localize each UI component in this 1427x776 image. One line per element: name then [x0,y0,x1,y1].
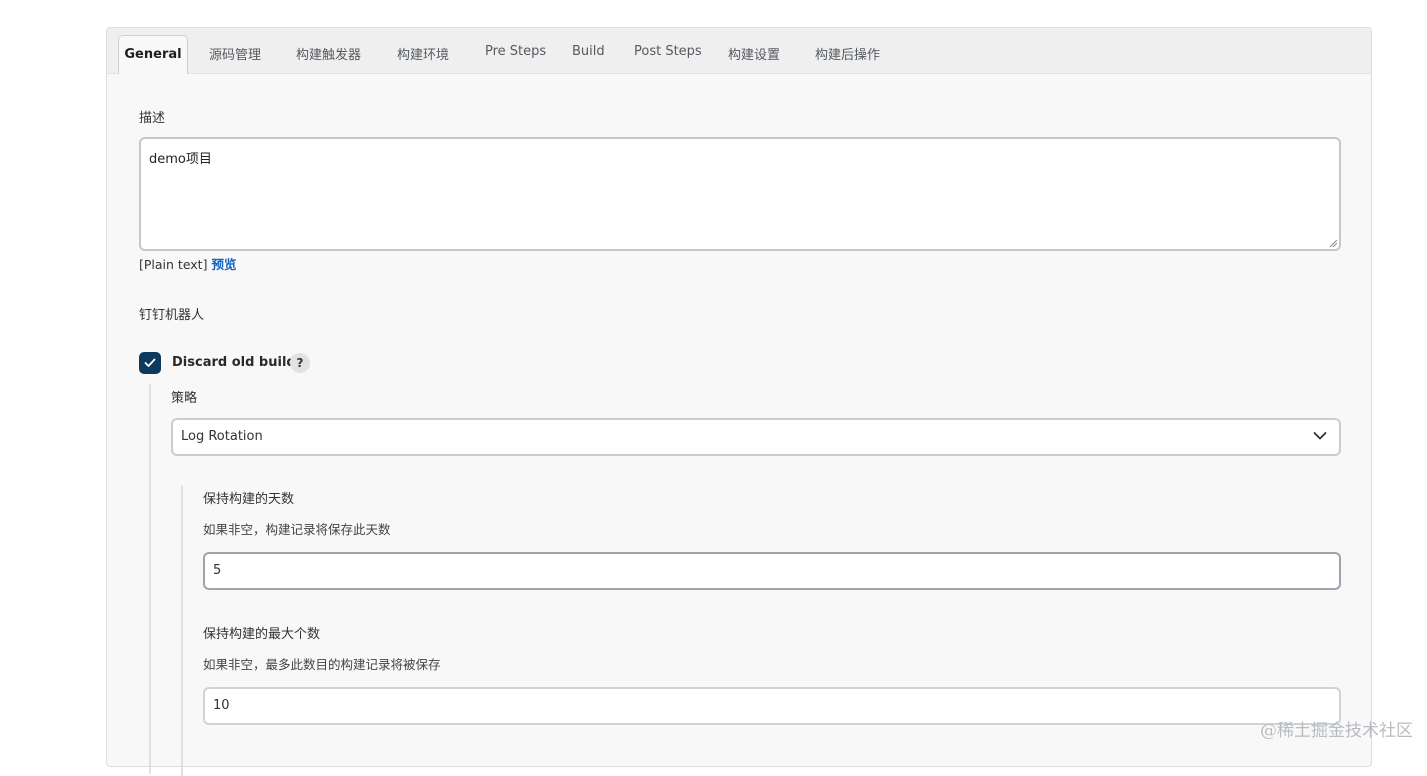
format-label: [Plain text] [139,257,208,272]
days-to-keep-label: 保持构建的天数 [203,492,295,507]
description-textarea[interactable]: demo项目 [139,137,1341,251]
checkmark-icon [144,358,156,367]
preview-link[interactable]: 预览 [211,257,236,272]
watermark: @稀土掘金技术社区 [1260,721,1413,741]
max-builds-label: 保持构建的最大个数 [203,627,321,642]
dingtalk-robot-label: 钉钉机器人 [139,308,205,323]
strategy-label: 策略 [171,391,198,406]
tab-source-management[interactable]: 源码管理 [209,44,261,63]
tab-build-environment[interactable]: 构建环境 [397,44,449,63]
help-icon[interactable]: ? [290,353,310,373]
description-label: 描述 [139,111,166,126]
discard-old-builds-checkbox[interactable] [139,352,161,374]
tab-build[interactable]: Build [572,44,605,59]
discard-old-builds-label[interactable]: Discard old builds [172,355,303,370]
max-builds-input[interactable]: 10 [203,687,1341,725]
days-to-keep-input[interactable]: 5 [203,552,1341,590]
tab-post-steps[interactable]: Post Steps [634,44,702,59]
tab-pre-steps[interactable]: Pre Steps [485,44,546,59]
description-format-row: [Plain text] 预览 [139,254,236,273]
config-panel: General 源码管理 构建触发器 构建环境 Pre Steps Build … [106,27,1372,776]
max-builds-description: 如果非空，最多此数目的构建记录将被保存 [203,657,441,672]
strategy-selected-value: Log Rotation [181,429,263,444]
discard-section-indent-line [149,384,151,774]
description-value: demo项目 [149,152,212,167]
tab-post-build-actions[interactable]: 构建后操作 [815,44,880,63]
days-to-keep-description: 如果非空，构建记录将保存此天数 [203,522,391,537]
chevron-down-icon [1313,432,1327,440]
tab-general[interactable]: General [118,35,188,74]
tab-build-triggers[interactable]: 构建触发器 [296,44,361,63]
strategy-select[interactable]: Log Rotation [171,418,1341,456]
strategy-section-indent-line [181,486,183,776]
tab-bar: General 源码管理 构建触发器 构建环境 Pre Steps Build … [107,28,1371,74]
tab-build-settings[interactable]: 构建设置 [728,44,780,63]
resize-grip-icon[interactable] [1329,239,1337,247]
